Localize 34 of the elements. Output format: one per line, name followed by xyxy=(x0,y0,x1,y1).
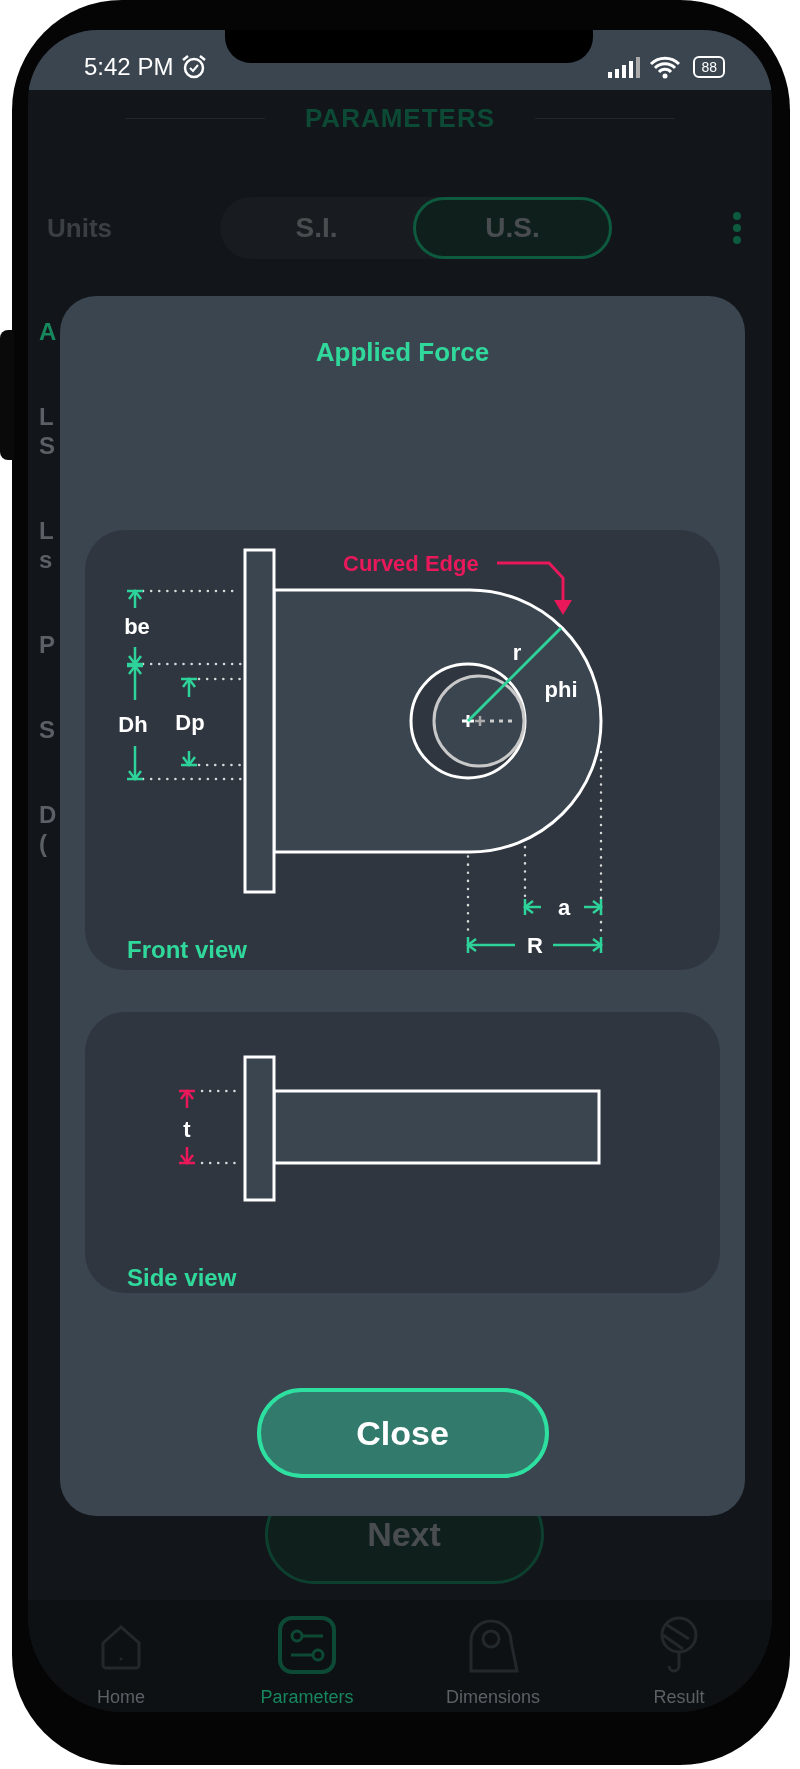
battery-indicator: 88 xyxy=(693,56,725,78)
dialog-title: Applied Force xyxy=(315,336,490,368)
nav-tab[interactable]: Result xyxy=(586,1615,772,1712)
units-option[interactable]: U.S. xyxy=(413,197,612,259)
dimension-label: R xyxy=(527,932,543,958)
nav-tab[interactable]: Home xyxy=(28,1615,214,1712)
dimension-label: be xyxy=(124,613,150,639)
nav-tab[interactable]: Dimensions xyxy=(400,1615,586,1712)
parameter-label: D xyxy=(39,800,57,829)
angle-label: phi xyxy=(544,676,578,702)
parameter-label: L xyxy=(39,516,54,545)
parameter-label: s xyxy=(39,545,53,574)
nav-tab[interactable]: Parameters xyxy=(214,1615,400,1712)
more-icon[interactable] xyxy=(732,211,742,245)
parameter-label: ( xyxy=(39,829,47,858)
parameter-label: S xyxy=(39,715,55,744)
parameter-label: A xyxy=(39,317,57,346)
close-button[interactable]: Close xyxy=(256,1388,549,1478)
dimension-label: Dp xyxy=(175,709,205,735)
parameter-label: S xyxy=(39,431,55,460)
callout-label: Curved Edge xyxy=(343,550,479,576)
view-caption: Side view xyxy=(127,1263,237,1291)
clock-time: 5:42 PM xyxy=(84,53,174,81)
sliders-icon xyxy=(277,1615,337,1675)
dimension-label: Dh xyxy=(118,711,148,737)
radius-label: r xyxy=(512,639,522,665)
dimension-label: t xyxy=(183,1116,191,1142)
parameter-label: P xyxy=(39,630,55,659)
wifi-icon xyxy=(649,55,682,79)
signal-icon xyxy=(607,56,642,78)
alarm-icon xyxy=(181,54,208,80)
parameter-label: L xyxy=(39,402,54,431)
view-caption: Front view xyxy=(127,935,247,963)
dimension-label: a xyxy=(557,894,571,920)
